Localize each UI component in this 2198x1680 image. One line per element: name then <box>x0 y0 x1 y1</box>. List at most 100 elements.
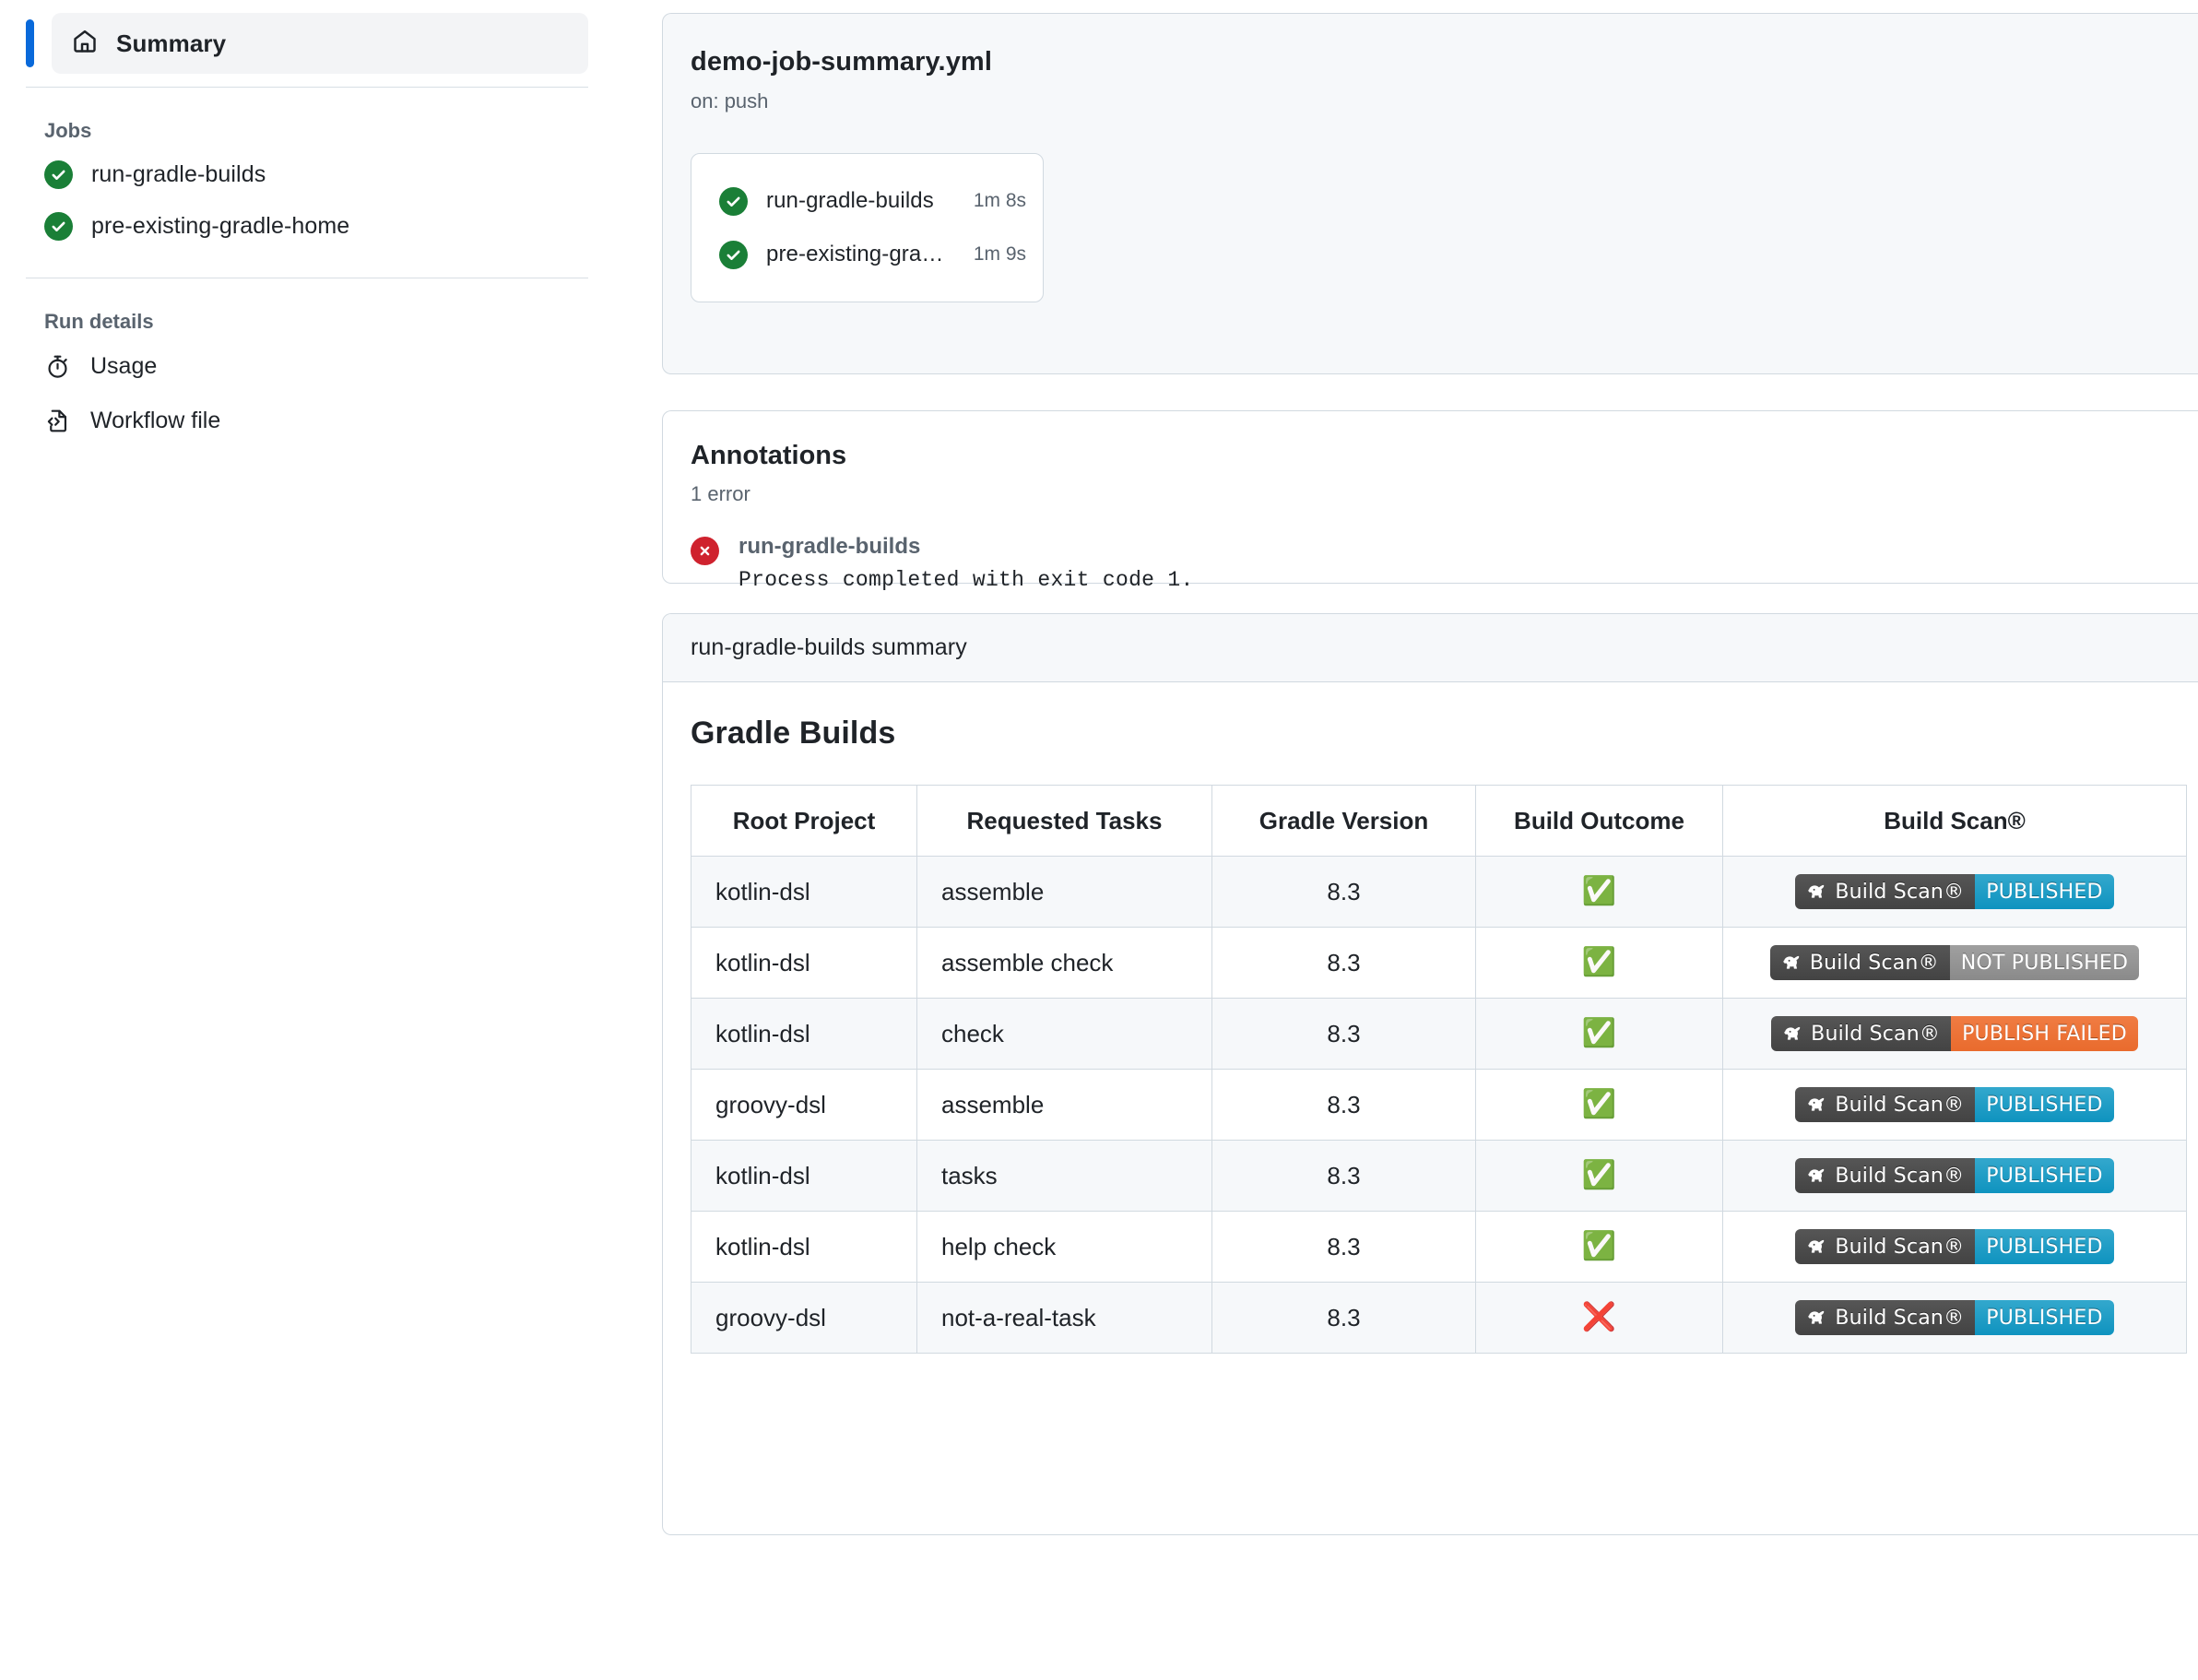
cell-build-outcome: ✅ <box>1476 999 1723 1070</box>
cell-requested-tasks: help check <box>917 1212 1212 1283</box>
table-row: kotlin-dslassemble8.3✅Build Scan®PUBLISH… <box>691 857 2187 928</box>
sidebar-item-workflow-file[interactable]: Workflow file <box>26 394 588 448</box>
build-scan-badge[interactable]: Build Scan®PUBLISHED <box>1795 1229 2113 1264</box>
cell-build-outcome: ✅ <box>1476 1141 1723 1212</box>
cell-build-scan: Build Scan®PUBLISH FAILED <box>1723 999 2187 1070</box>
workflow-job-node[interactable]: run-gradle-builds 1m 8s <box>691 174 1043 228</box>
cross-mark-icon: ❌ <box>1582 1301 1616 1333</box>
workflow-job-name: pre-existing-gradle-ho... <box>766 242 948 267</box>
column-header-gradle-version: Gradle Version <box>1212 786 1476 857</box>
success-check-icon <box>44 212 73 241</box>
build-scan-badge-status: PUBLISHED <box>1975 1229 2113 1264</box>
check-mark-icon: ✅ <box>1582 875 1616 907</box>
cell-gradle-version: 8.3 <box>1212 1283 1476 1354</box>
cell-build-outcome: ✅ <box>1476 928 1723 999</box>
workflow-run-page: Summary Jobs run-gradle-builds pre-exist… <box>0 0 2198 1680</box>
check-mark-icon: ✅ <box>1582 1230 1616 1262</box>
sidebar-usage-label: Usage <box>90 353 157 380</box>
cell-requested-tasks: assemble <box>917 857 1212 928</box>
build-scan-badge[interactable]: Build Scan®PUBLISH FAILED <box>1771 1016 2138 1051</box>
build-scan-badge[interactable]: Build Scan®PUBLISHED <box>1795 1158 2113 1193</box>
annotation-message: Process completed with exit code 1. <box>739 568 1194 592</box>
run-sidebar: Summary Jobs run-gradle-builds pre-exist… <box>0 0 662 448</box>
cell-requested-tasks: check <box>917 999 1212 1070</box>
sidebar-item-summary-wrapper: Summary <box>26 13 588 74</box>
build-scan-badge[interactable]: Build Scan®PUBLISHED <box>1795 874 2113 909</box>
cell-gradle-version: 8.3 <box>1212 857 1476 928</box>
sidebar-item-usage[interactable]: Usage <box>26 339 588 394</box>
build-scan-badge-label: Build Scan® <box>1795 1158 1975 1193</box>
sidebar-workflow-file-label: Workflow file <box>90 408 220 434</box>
cell-gradle-version: 8.3 <box>1212 999 1476 1070</box>
sidebar-item-job[interactable]: run-gradle-builds <box>26 148 588 200</box>
annotations-count: 1 error <box>691 482 2198 506</box>
cell-gradle-version: 8.3 <box>1212 1141 1476 1212</box>
cell-gradle-version: 8.3 <box>1212 928 1476 999</box>
cell-build-scan: Build Scan®PUBLISHED <box>1723 857 2187 928</box>
cell-requested-tasks: not-a-real-task <box>917 1283 1212 1354</box>
workflow-file-title: demo-job-summary.yml <box>691 47 2198 77</box>
home-icon <box>72 29 98 59</box>
sidebar-job-label: pre-existing-gradle-home <box>91 213 349 240</box>
cell-build-outcome: ✅ <box>1476 1212 1723 1283</box>
cell-build-outcome: ✅ <box>1476 1070 1723 1141</box>
workflow-job-node[interactable]: pre-existing-gradle-ho... 1m 9s <box>691 228 1043 281</box>
check-mark-icon: ✅ <box>1582 946 1616 978</box>
table-header-row: Root Project Requested Tasks Gradle Vers… <box>691 786 2187 857</box>
annotation-entry[interactable]: run-gradle-builds Process completed with… <box>691 534 2198 592</box>
cell-root-project: groovy-dsl <box>691 1283 917 1354</box>
stopwatch-icon <box>42 354 72 379</box>
build-scan-badge[interactable]: Build Scan®PUBLISHED <box>1795 1087 2113 1122</box>
build-scan-badge-status: PUBLISHED <box>1975 874 2113 909</box>
build-scan-badge-label: Build Scan® <box>1795 1087 1975 1122</box>
sidebar-heading-jobs: Jobs <box>26 88 662 148</box>
cell-root-project: kotlin-dsl <box>691 1212 917 1283</box>
active-indicator-bar <box>26 19 34 67</box>
column-header-build-scan: Build Scan® <box>1723 786 2187 857</box>
cell-build-scan: Build Scan®PUBLISHED <box>1723 1212 2187 1283</box>
success-check-icon <box>44 160 73 189</box>
error-x-icon <box>691 537 719 565</box>
workflow-job-duration: 1m 9s <box>974 243 1026 266</box>
cell-build-outcome: ✅ <box>1476 857 1723 928</box>
check-mark-icon: ✅ <box>1582 1017 1616 1049</box>
cell-root-project: kotlin-dsl <box>691 999 917 1070</box>
table-row: kotlin-dsltasks8.3✅Build Scan®PUBLISHED <box>691 1141 2187 1212</box>
sidebar-heading-run-details: Run details <box>26 278 662 339</box>
workflow-job-name: run-gradle-builds <box>766 188 948 214</box>
table-row: kotlin-dslassemble check8.3✅Build Scan®N… <box>691 928 2187 999</box>
build-scan-badge[interactable]: Build Scan®PUBLISHED <box>1795 1300 2113 1335</box>
gradle-elephant-icon <box>1806 884 1826 899</box>
build-scan-badge-status: NOT PUBLISHED <box>1950 945 2139 980</box>
success-check-icon <box>719 187 748 216</box>
gradle-elephant-icon <box>1806 1310 1826 1325</box>
gradle-elephant-icon <box>1806 1239 1826 1254</box>
file-code-icon <box>42 408 72 433</box>
workflow-overview-card: demo-job-summary.yml on: push run-gradle… <box>662 13 2198 374</box>
sidebar-job-label: run-gradle-builds <box>91 161 266 188</box>
cell-build-scan: Build Scan®PUBLISHED <box>1723 1070 2187 1141</box>
build-scan-badge-label: Build Scan® <box>1771 1016 1951 1051</box>
sidebar-item-job[interactable]: pre-existing-gradle-home <box>26 200 588 252</box>
cell-gradle-version: 8.3 <box>1212 1070 1476 1141</box>
build-scan-badge-label: Build Scan® <box>1795 874 1975 909</box>
cell-requested-tasks: assemble <box>917 1070 1212 1141</box>
gradle-builds-table-body: kotlin-dslassemble8.3✅Build Scan®PUBLISH… <box>691 857 2187 1354</box>
build-scan-badge-label: Build Scan® <box>1770 945 1950 980</box>
table-row: kotlin-dslhelp check8.3 ✅ Build Scan®PUBLI… <box>691 1212 2187 1283</box>
column-header-build-outcome: Build Outcome <box>1476 786 1723 857</box>
cell-gradle-version: 8.3 <box>1212 1212 1476 1283</box>
sidebar-item-summary[interactable]: Summary <box>52 13 588 74</box>
gradle-builds-heading: Gradle Builds <box>691 716 2198 751</box>
column-header-root-project: Root Project <box>691 786 917 857</box>
cell-root-project: groovy-dsl <box>691 1070 917 1141</box>
table-row: kotlin-dslcheck8.3 ✅ Build Scan®PUBLISH FA… <box>691 999 2187 1070</box>
gradle-elephant-icon <box>1782 1026 1802 1041</box>
build-scan-badge-status: PUBLISHED <box>1975 1300 2113 1335</box>
build-scan-badge-label: Build Scan® <box>1795 1300 1975 1335</box>
column-header-requested-tasks: Requested Tasks <box>917 786 1212 857</box>
build-scan-badge[interactable]: Build Scan®NOT PUBLISHED <box>1770 945 2139 980</box>
gradle-builds-table: Root Project Requested Tasks Gradle Vers… <box>691 785 2187 1354</box>
cell-build-scan: Build Scan®NOT PUBLISHED <box>1723 928 2187 999</box>
job-summary-header-label: run-gradle-builds summary <box>691 634 967 661</box>
